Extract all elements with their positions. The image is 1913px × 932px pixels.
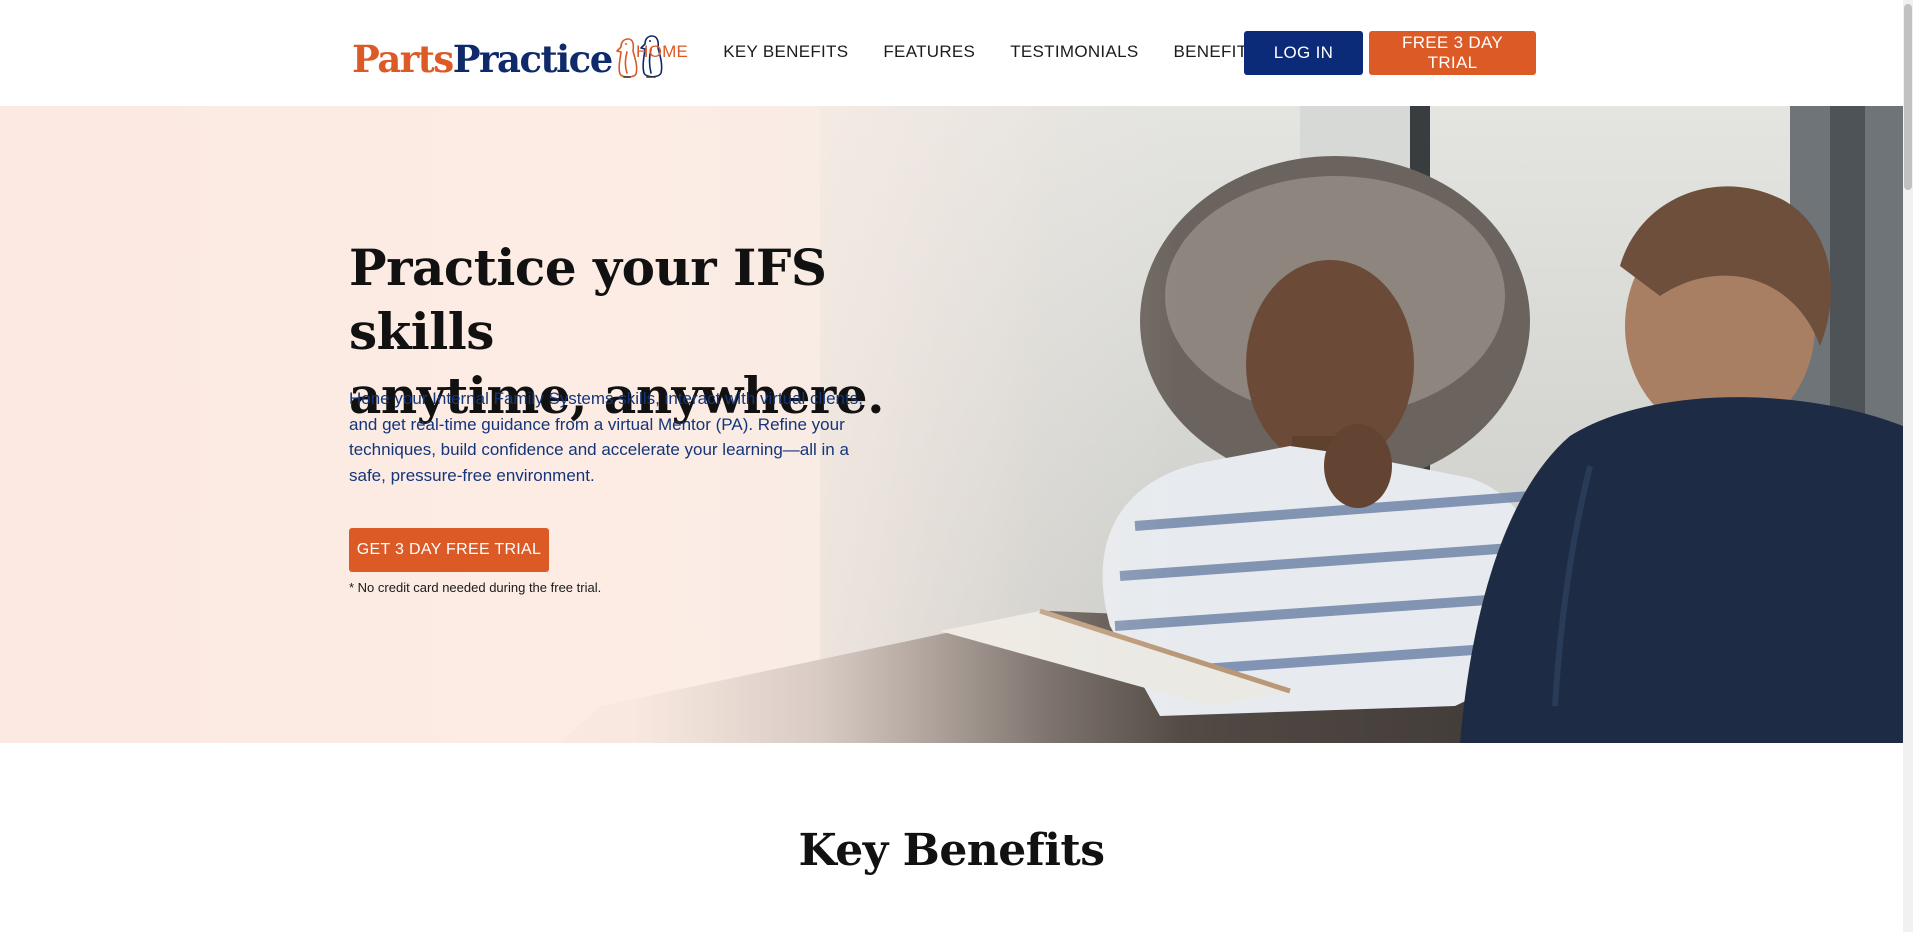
main-nav: HOME KEY BENEFITS FEATURES TESTIMONIALS …: [636, 42, 1294, 62]
free-trial-button[interactable]: FREE 3 DAY TRIAL: [1369, 31, 1536, 75]
key-benefits-heading: Key Benefits: [798, 825, 1105, 876]
free-trial-note: * No credit card needed during the free …: [349, 580, 602, 595]
nav-item-home[interactable]: HOME: [636, 42, 688, 62]
hero-gradient-overlay: [0, 106, 1903, 743]
hero-description: Hone your Internal Family Systems skills…: [349, 389, 863, 485]
page-scrollbar[interactable]: [1903, 0, 1913, 932]
nav-item-features[interactable]: FEATURES: [883, 42, 975, 62]
nav-item-testimonials[interactable]: TESTIMONIALS: [1010, 42, 1138, 62]
logo-text-parts: Parts: [352, 37, 454, 81]
site-header: PartsPractice HOME KEY BENEFITS FEATURES…: [0, 0, 1903, 106]
site-logo[interactable]: PartsPractice: [352, 30, 666, 78]
scrollbar-thumb[interactable]: [1904, 4, 1912, 190]
nav-item-key-benefits[interactable]: KEY BENEFITS: [723, 42, 848, 62]
logo-text-practice: Practice: [452, 37, 614, 81]
login-button[interactable]: LOG IN: [1244, 31, 1363, 75]
page: PartsPractice HOME KEY BENEFITS FEATURES…: [0, 0, 1913, 932]
hero-title-line-1: Practice your IFS skills: [349, 238, 827, 361]
logo-wordmark: PartsPractice: [352, 41, 613, 78]
hero-trial-button[interactable]: GET 3 DAY FREE TRIAL: [349, 528, 549, 572]
hero-section: Practice your IFS skills anytime, anywher…: [0, 106, 1903, 743]
